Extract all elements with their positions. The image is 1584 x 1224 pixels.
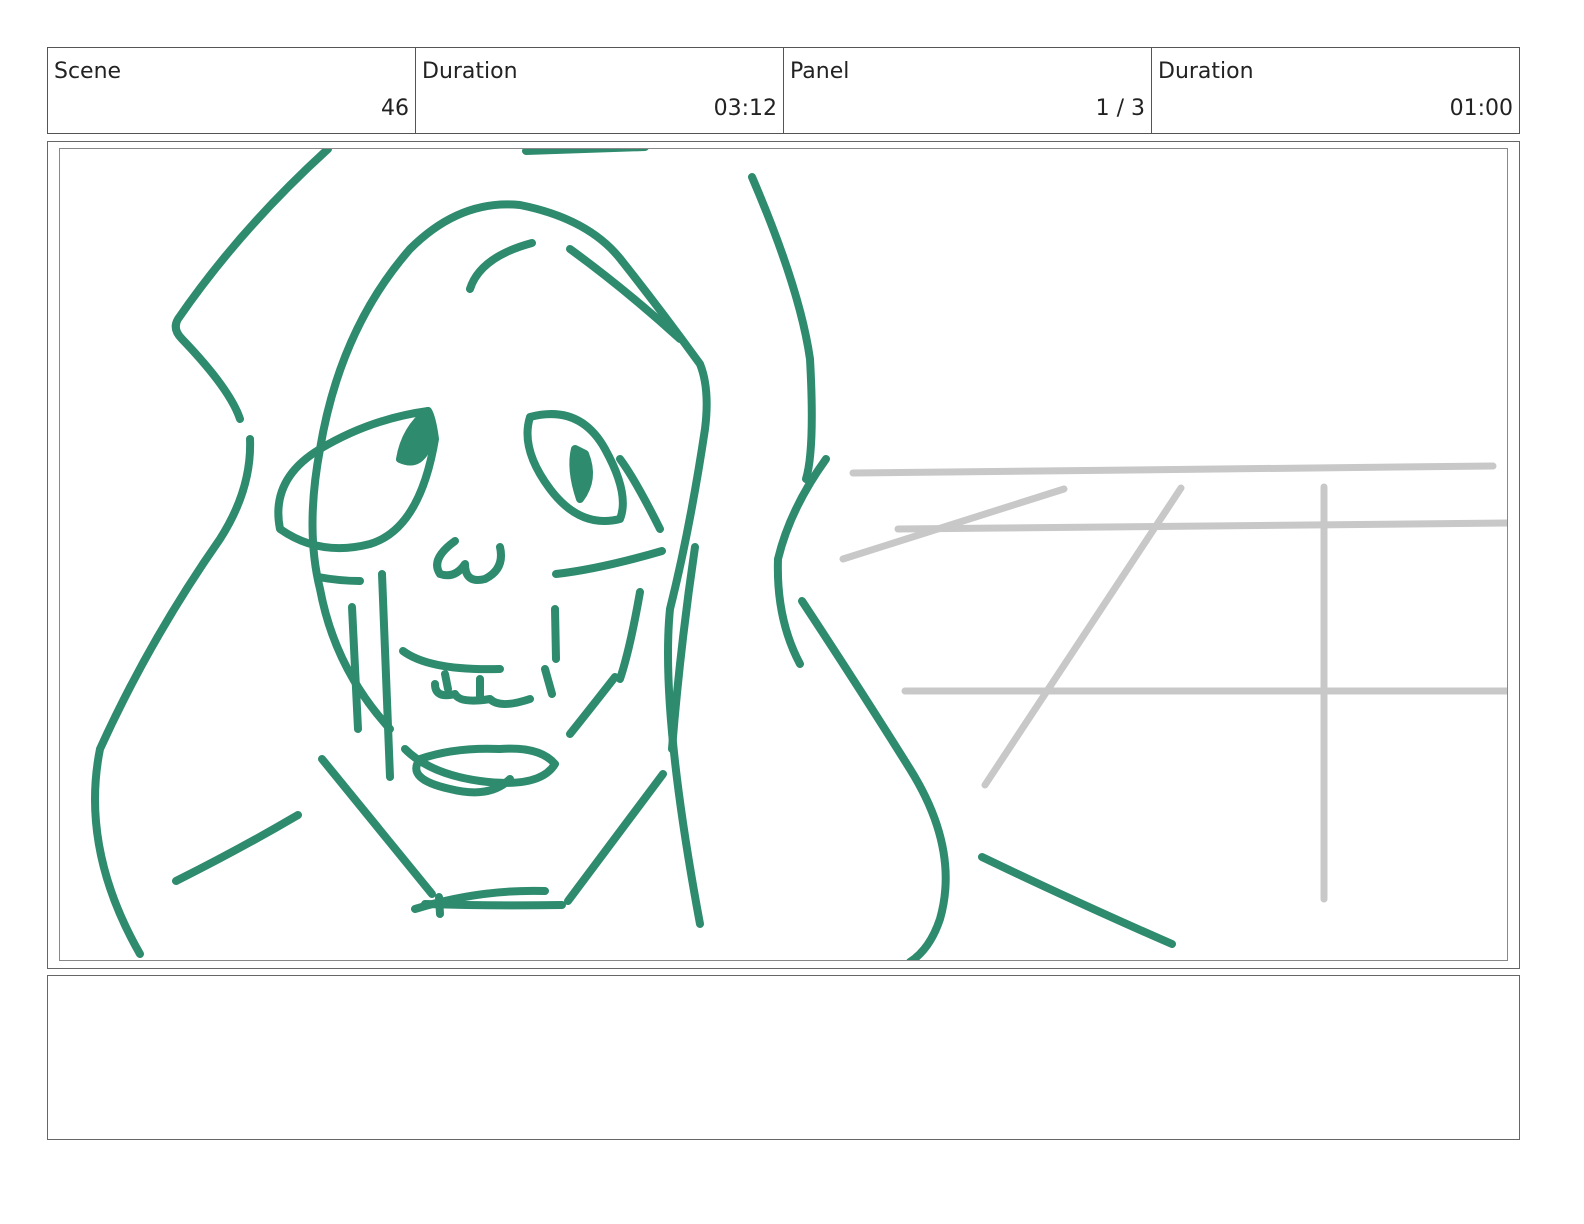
- cheekbone-left: [314, 573, 364, 585]
- brow-left: [466, 239, 536, 293]
- panel-label: Panel: [790, 59, 850, 84]
- neck-left: [318, 755, 436, 898]
- panel-cell: Panel 1 / 3: [784, 48, 1152, 133]
- collar-tick: [435, 893, 444, 918]
- eye-pupil-right: [569, 445, 593, 503]
- scene-value: 46: [381, 96, 409, 121]
- neck-right: [564, 770, 667, 905]
- chin-right: [566, 673, 619, 738]
- tooth-right: [551, 605, 560, 663]
- scene-cell: Scene 46: [48, 48, 416, 133]
- character-sketch: [91, 149, 1176, 960]
- guide-line: [839, 485, 1068, 563]
- upper-lip: [399, 647, 504, 674]
- teeth-lower: [401, 744, 559, 797]
- panel-duration-label: Duration: [1158, 59, 1254, 84]
- jaw-line-left: [378, 570, 394, 781]
- sketch-drawing: [91, 149, 1507, 960]
- scene-label: Scene: [54, 59, 122, 84]
- hood-left-upper: [171, 149, 332, 423]
- guide-line: [849, 462, 1497, 477]
- panel-duration-cell: Duration 01:00: [1152, 48, 1519, 133]
- panel-value: 1 / 3: [1095, 96, 1145, 121]
- hood-right-upper: [748, 173, 816, 483]
- scene-duration-value: 03:12: [713, 96, 777, 121]
- skull-right-contour: [618, 257, 711, 928]
- jaw-line-right: [616, 588, 644, 683]
- scene-duration-cell: Duration 03:12: [416, 48, 784, 133]
- sketch-canvas: [59, 148, 1508, 961]
- nose: [433, 537, 505, 584]
- scene-duration-label: Duration: [422, 59, 518, 84]
- panel-duration-value: 01:00: [1449, 96, 1513, 121]
- cheekbone-right: [552, 547, 666, 578]
- shoulder-right: [978, 853, 1176, 948]
- shoulder-left: [172, 811, 302, 885]
- guide-line: [981, 484, 1185, 789]
- teeth-marks: [441, 665, 556, 701]
- hood-left-outer: [91, 435, 255, 958]
- notes-area[interactable]: [47, 975, 1520, 1140]
- hood-right-lower: [798, 597, 950, 960]
- jaw-line-left-2: [348, 603, 362, 733]
- hood-top: [522, 149, 649, 155]
- guide-line: [894, 519, 1507, 533]
- storyboard-header: Scene 46 Duration 03:12 Panel 1 / 3 Dura…: [47, 47, 1520, 134]
